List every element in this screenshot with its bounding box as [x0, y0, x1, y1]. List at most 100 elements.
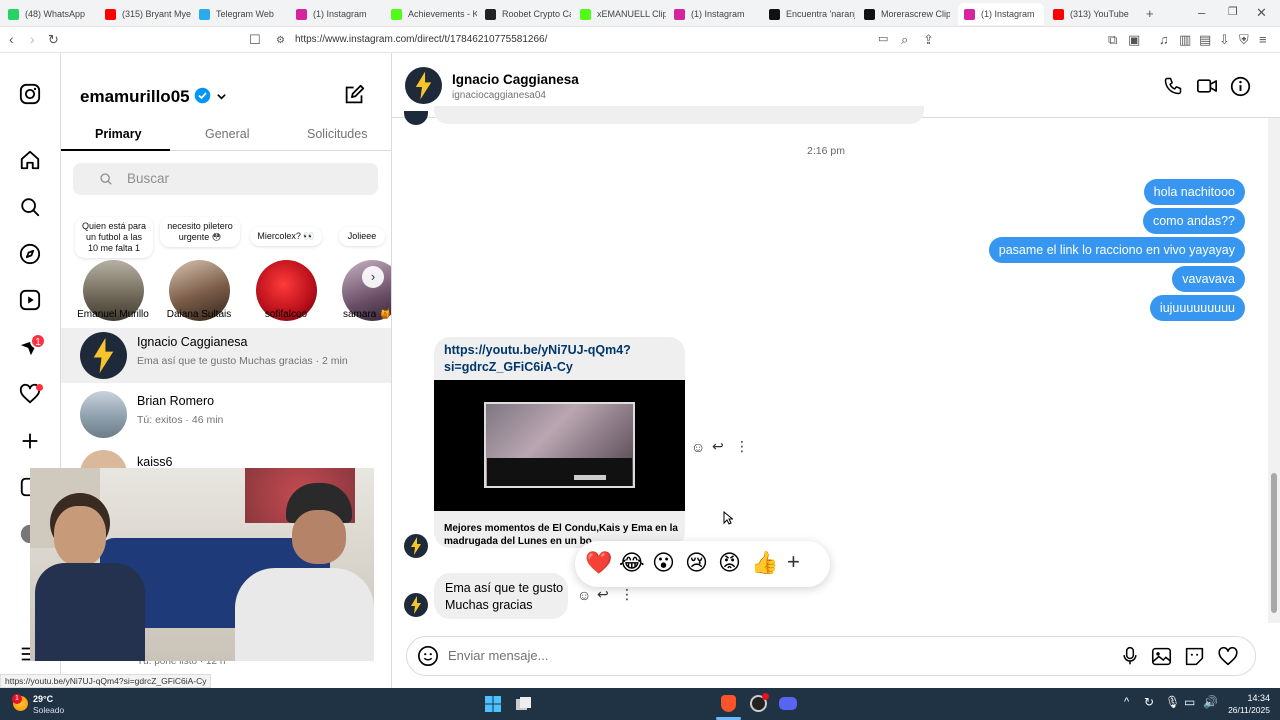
- phone-call-icon[interactable]: [1163, 76, 1183, 96]
- note-bubble[interactable]: Miercolex? 👀: [250, 227, 322, 246]
- chat-avatar[interactable]: [405, 67, 442, 104]
- browser-tab[interactable]: xEMANUELL Clips: [580, 3, 666, 25]
- clock-time[interactable]: 14:34: [1226, 693, 1270, 703]
- clock-date[interactable]: 26/11/2025: [1218, 705, 1270, 715]
- message-input[interactable]: Enviar mensaje...: [406, 636, 1256, 676]
- site-info-icon[interactable]: ⚙: [276, 34, 285, 47]
- my-message[interactable]: como andas??: [1142, 208, 1245, 234]
- browser-tab[interactable]: Telegram Web: [199, 3, 287, 25]
- reaction-laugh[interactable]: 😂: [619, 550, 645, 576]
- chevron-right-icon[interactable]: ›: [362, 266, 384, 288]
- browser-tab[interactable]: (1) Instagram: [674, 3, 760, 25]
- browser-tab[interactable]: Achievements - Kick: [391, 3, 477, 25]
- tab-primary[interactable]: Primary: [95, 127, 142, 141]
- browser-tab[interactable]: Morerascrew Clips: [864, 3, 950, 25]
- tab-favicon-icon: [580, 8, 591, 20]
- volume-icon[interactable]: 🔊: [1203, 695, 1218, 709]
- like-heart-icon[interactable]: [1217, 646, 1239, 667]
- vpn-icon[interactable]: ⛨: [1239, 33, 1249, 46]
- browser-tab[interactable]: (313) YouTube: [1053, 3, 1139, 25]
- react-icon[interactable]: ☺: [577, 587, 591, 603]
- video-thumbnail[interactable]: [434, 380, 685, 511]
- discord-icon[interactable]: [779, 697, 797, 710]
- network-icon[interactable]: ▭: [1184, 695, 1195, 709]
- tab-search-icon[interactable]: ▣: [1128, 33, 1140, 46]
- note-bubble[interactable]: Quien está para un futbol a las 10 me fa…: [75, 217, 153, 258]
- url-field[interactable]: https://www.instagram.com/direct/t/17846…: [295, 34, 547, 45]
- emoji-icon[interactable]: [417, 645, 439, 667]
- reaction-surprised[interactable]: 😮: [652, 550, 675, 576]
- react-icon[interactable]: ☺: [691, 439, 705, 455]
- browser-tab[interactable]: (315) Bryant Myers: [105, 3, 191, 25]
- reply-icon[interactable]: ↩: [597, 586, 609, 603]
- browser-tab[interactable]: (1) Instagram: [296, 3, 384, 25]
- reaction-thumbs-up[interactable]: 👍: [751, 550, 778, 576]
- new-tab-icon[interactable]: +: [1146, 7, 1154, 20]
- sync-icon[interactable]: ↻: [1144, 695, 1154, 709]
- minimize-icon[interactable]: –: [1198, 6, 1205, 19]
- back-icon[interactable]: ‹: [9, 32, 14, 46]
- more-reactions-icon[interactable]: +: [787, 549, 800, 575]
- received-message[interactable]: Ema así que te gusto Muchas gracias: [434, 573, 568, 619]
- bookmark-icon[interactable]: ☐: [249, 33, 261, 46]
- home-icon[interactable]: [19, 149, 41, 171]
- forward-icon[interactable]: ›: [30, 32, 35, 46]
- chevron-down-icon[interactable]: [216, 91, 227, 102]
- windows-start-icon[interactable]: [485, 696, 501, 712]
- note-bubble[interactable]: necesito piletero urgente 😳: [160, 217, 240, 247]
- task-view-icon[interactable]: [515, 696, 532, 712]
- image-icon[interactable]: [1151, 646, 1172, 667]
- brave-browser-icon[interactable]: [721, 695, 736, 712]
- menu-icon[interactable]: ≡: [1259, 33, 1267, 46]
- my-message[interactable]: iujuuuuuuuuu: [1149, 295, 1245, 321]
- scrollbar-thumb[interactable]: [1271, 473, 1277, 613]
- reels-icon[interactable]: [19, 289, 41, 311]
- browser-tab[interactable]: (1) Instagram: [958, 3, 1044, 25]
- media-icon[interactable]: ♫: [1159, 33, 1169, 46]
- conversation-item[interactable]: Brian Romero Tú: exitos · 46 min: [61, 387, 391, 442]
- sidebar-icon[interactable]: ▥: [1179, 33, 1191, 46]
- link-preview-message[interactable]: https://youtu.be/yNi7UJ-qQm4? si=gdrcZ_G…: [434, 337, 685, 548]
- cast-icon[interactable]: ▭: [878, 33, 888, 46]
- explore-icon[interactable]: [19, 243, 41, 265]
- browser-tab[interactable]: Roobet Crypto Casino: [485, 3, 571, 25]
- username[interactable]: emamurillo05: [80, 87, 190, 107]
- my-message[interactable]: pasame el link lo racciono en vivo yayay…: [988, 237, 1245, 263]
- browser-tab[interactable]: (48) WhatsApp: [8, 3, 96, 25]
- new-message-icon[interactable]: [344, 84, 365, 105]
- link-url[interactable]: https://youtu.be/yNi7UJ-qQm4? si=gdrcZ_G…: [444, 342, 631, 376]
- reaction-sad[interactable]: 😢: [685, 550, 708, 576]
- share-icon[interactable]: ⇪: [923, 33, 934, 46]
- download-icon[interactable]: ⇩: [1219, 33, 1230, 46]
- search-input[interactable]: Buscar: [73, 163, 378, 195]
- wallet-icon[interactable]: ▤: [1199, 33, 1211, 46]
- chat-scrollbar[interactable]: [1268, 118, 1280, 623]
- create-icon[interactable]: [19, 430, 41, 452]
- tab-general[interactable]: General: [205, 127, 249, 141]
- maximize-icon[interactable]: ❐: [1228, 6, 1238, 19]
- my-message[interactable]: hola nachitooo: [1143, 179, 1245, 205]
- browser-tab[interactable]: Encuentra 'naranja': [769, 3, 855, 25]
- chevron-up-icon[interactable]: ^: [1124, 696, 1129, 708]
- reply-icon[interactable]: ↩: [712, 438, 724, 455]
- instagram-logo-icon[interactable]: [19, 83, 41, 105]
- reaction-angry[interactable]: 😡: [718, 550, 741, 576]
- reaction-heart[interactable]: ❤️: [585, 550, 612, 576]
- more-options-icon[interactable]: ⋮: [735, 438, 749, 455]
- video-call-icon[interactable]: [1196, 76, 1218, 96]
- tab-requests[interactable]: Solicitudes: [307, 127, 367, 141]
- microphone-icon[interactable]: [1120, 646, 1140, 666]
- search-icon[interactable]: [19, 196, 41, 218]
- my-message[interactable]: vavavava: [1172, 266, 1245, 292]
- microphone-tray-icon[interactable]: 🎙: [1165, 695, 1180, 709]
- reload-icon[interactable]: ↻: [48, 33, 59, 46]
- info-icon[interactable]: [1230, 76, 1251, 97]
- extensions-icon[interactable]: ⧉: [1108, 33, 1117, 46]
- chat-name[interactable]: Ignacio Caggianesa: [452, 72, 579, 87]
- zoom-icon[interactable]: ⌕: [901, 33, 908, 46]
- conversation-item-active[interactable]: Ignacio Caggianesa Ema así que te gusto …: [61, 328, 391, 383]
- note-bubble[interactable]: Jolieee: [339, 227, 385, 246]
- sticker-icon[interactable]: [1184, 646, 1205, 667]
- more-options-icon[interactable]: ⋮: [620, 586, 634, 603]
- close-window-icon[interactable]: ✕: [1256, 6, 1267, 19]
